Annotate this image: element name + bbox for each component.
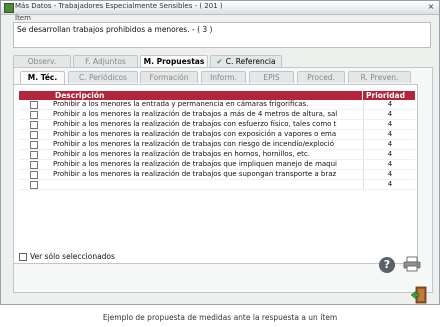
- tab-r-preven-label: R. Preven.: [360, 73, 399, 82]
- row-priority: 4: [363, 150, 416, 159]
- show-selected-filter[interactable]: Ver sólo seleccionados: [19, 252, 115, 261]
- row-checkbox[interactable]: [30, 181, 38, 189]
- tab-formacion-label: Formación: [149, 73, 189, 82]
- row-priority: 4: [363, 160, 416, 169]
- item-label: Ítem: [15, 14, 31, 22]
- app-icon: [4, 3, 14, 13]
- table-row[interactable]: Prohibir a los menores la realización de…: [19, 140, 415, 150]
- row-description: Prohibir a los menores la realización de…: [53, 120, 337, 128]
- tab-r-preven[interactable]: R. Preven.: [348, 71, 411, 83]
- tab-m-tec-label: M. Téc.: [27, 73, 58, 82]
- print-button[interactable]: [403, 256, 421, 272]
- exit-button[interactable]: [410, 286, 428, 304]
- row-checkbox[interactable]: [30, 131, 38, 139]
- row-priority: 4: [363, 170, 416, 179]
- tab-propuestas-label: M. Propuestas: [143, 57, 205, 66]
- exit-door-icon: [410, 286, 427, 304]
- row-checkbox[interactable]: [30, 101, 38, 109]
- row-checkbox[interactable]: [30, 141, 38, 149]
- header-separator: [362, 91, 363, 100]
- tab-formacion[interactable]: Formación: [140, 71, 198, 83]
- table-row[interactable]: Prohibir a los menores la realización de…: [19, 150, 415, 160]
- show-selected-label: Ver sólo seleccionados: [30, 252, 115, 261]
- row-checkbox[interactable]: [30, 111, 38, 119]
- table-row[interactable]: Prohibir a los menores la entrada y perm…: [19, 100, 415, 110]
- table-row[interactable]: Prohibir a los menores la realización de…: [19, 130, 415, 140]
- tab-adjuntos[interactable]: F. Adjuntos: [73, 55, 138, 67]
- item-text: Se desarrollan trabajos prohibidos a men…: [17, 25, 213, 34]
- tab-referencia-label: C. Referencia: [225, 57, 276, 66]
- tab-observ[interactable]: Observ.: [13, 55, 71, 67]
- table-row[interactable]: Prohibir a los menores la realización de…: [19, 160, 415, 170]
- tab-epis-label: EPIS: [263, 73, 280, 82]
- figure-caption: Ejemplo de propuesta de medidas ante la …: [102, 313, 338, 322]
- tab-c-periodicos[interactable]: C. Periódicos: [68, 71, 138, 83]
- item-field: Se desarrollan trabajos prohibidos a men…: [13, 22, 431, 48]
- row-description: Prohibir a los menores la realización de…: [53, 130, 337, 138]
- row-description: Prohibir a los menores la realización de…: [53, 140, 335, 148]
- dialog-window: Más Datos - Trabajadores Especialmente S…: [0, 0, 440, 305]
- tab-observ-label: Observ.: [27, 57, 57, 66]
- tab-epis[interactable]: EPIS: [249, 71, 294, 83]
- header-priority[interactable]: Prioridad: [366, 91, 405, 100]
- tab-c-periodicos-label: C. Periódicos: [78, 73, 128, 82]
- table-row[interactable]: Prohibir a los menores la realización de…: [19, 170, 415, 180]
- printer-icon: [403, 256, 421, 272]
- table-row[interactable]: Prohibir a los menores la realización de…: [19, 110, 415, 120]
- row-description: Prohibir a los menores la realización de…: [53, 170, 337, 178]
- row-priority: 4: [363, 110, 416, 119]
- tab-adjuntos-label: F. Adjuntos: [85, 57, 126, 66]
- title-bar[interactable]: Más Datos - Trabajadores Especialmente S…: [1, 1, 439, 15]
- row-checkbox[interactable]: [30, 151, 38, 159]
- window-title: Más Datos - Trabajadores Especialmente S…: [15, 2, 223, 10]
- row-checkbox[interactable]: [30, 161, 38, 169]
- close-button[interactable]: ×: [426, 2, 436, 11]
- tab-proced-label: Proced.: [307, 73, 335, 82]
- row-checkbox[interactable]: [30, 121, 38, 129]
- tab-inform[interactable]: Inform.: [201, 71, 246, 83]
- row-description: Prohibir a los menores la entrada y perm…: [53, 100, 309, 108]
- row-description: Prohibir a los menores la realización de…: [53, 110, 338, 118]
- row-description: Prohibir a los menores la realización de…: [53, 160, 337, 168]
- row-priority: 4: [363, 120, 416, 129]
- row-priority: 4: [363, 180, 416, 189]
- table-row[interactable]: 4: [19, 180, 415, 190]
- tab-inform-label: Inform.: [210, 73, 237, 82]
- measures-table: Descripción Prioridad Prohibir a los men…: [19, 91, 415, 190]
- tab-m-tec[interactable]: M. Téc.: [20, 71, 65, 84]
- tab-referencia[interactable]: ✔ C. Referencia: [210, 55, 282, 67]
- row-description: Prohibir a los menores la realización de…: [53, 150, 310, 158]
- check-icon: ✔: [216, 57, 223, 66]
- row-checkbox[interactable]: [30, 171, 38, 179]
- row-priority: 4: [363, 130, 416, 139]
- table-header: Descripción Prioridad: [19, 91, 415, 100]
- tab-proced[interactable]: Proced.: [297, 71, 345, 83]
- header-description[interactable]: Descripción: [55, 91, 104, 100]
- row-priority: 4: [363, 140, 416, 149]
- show-selected-checkbox[interactable]: [19, 253, 27, 261]
- help-button[interactable]: ?: [379, 257, 395, 273]
- table-row[interactable]: Prohibir a los menores la realización de…: [19, 120, 415, 130]
- row-priority: 4: [363, 100, 416, 109]
